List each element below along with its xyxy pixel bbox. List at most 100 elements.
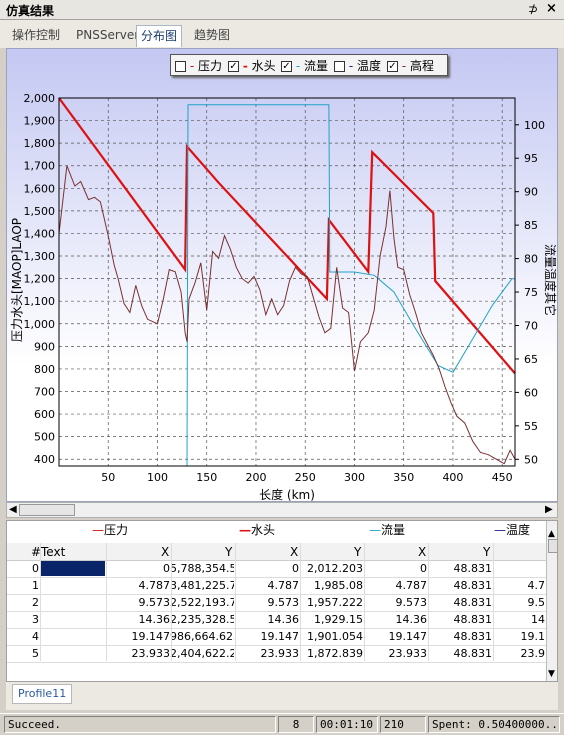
y-right-tick-label: 70 xyxy=(524,319,538,332)
row-value-cell[interactable]: 23.9 xyxy=(492,647,546,660)
row-value-cell[interactable]: 9.573 xyxy=(234,596,300,609)
row-value-cell[interactable]: 23.933 xyxy=(105,647,171,660)
table-row[interactable]: 14.7873,481,225.754.7871,985.084.78748.8… xyxy=(7,578,547,595)
row-value-cell[interactable]: 48.831 xyxy=(427,647,493,660)
pressure-checkbox[interactable] xyxy=(175,61,186,72)
row-value-cell[interactable]: 14.36 xyxy=(234,613,300,626)
grid-group-header: —压力 —水头 —流量 —温度 xyxy=(7,521,557,543)
grid-column-divider xyxy=(106,543,107,661)
y-left-tick-label: 400 xyxy=(34,453,55,466)
row-value-cell[interactable]: 4.787 xyxy=(363,579,428,592)
row-index: 3 xyxy=(32,613,39,626)
grid-column-divider xyxy=(171,543,172,661)
table-row[interactable]: 4 19.147 986,664.625 19.147 1,901.054 19.147 4… xyxy=(7,629,547,646)
row-index: 4 xyxy=(32,630,39,643)
scroll-right-icon[interactable]: ▶ xyxy=(545,504,553,515)
row-text-cell[interactable] xyxy=(41,612,105,627)
grid-scroll-thumb[interactable] xyxy=(548,539,557,553)
col-text[interactable]: Text xyxy=(41,545,65,559)
row-value-cell[interactable]: 9.5 xyxy=(492,596,546,609)
row-value-cell[interactable]: 9.573 xyxy=(363,596,428,609)
row-value-cell[interactable]: 0 xyxy=(105,562,170,575)
col-head-y[interactable]: Y xyxy=(354,545,361,559)
table-row[interactable]: 0 0 5,788,354.5 0 2,012.203 0 48.831 xyxy=(7,561,547,578)
row-value-cell[interactable]: 2,012.203 xyxy=(299,562,363,575)
scroll-up-icon[interactable]: ▲ xyxy=(548,529,555,539)
table-row[interactable]: 3 14.36 2,235,328.5 14.36 1,929.15 14.36 48.83… xyxy=(7,612,547,629)
row-value-cell[interactable]: 19.147 xyxy=(234,630,300,643)
row-value-cell[interactable]: 4.787 xyxy=(234,579,300,592)
scroll-left-icon[interactable]: ◀ xyxy=(9,504,17,515)
temperature-checkbox[interactable] xyxy=(334,61,345,72)
table-row[interactable]: 29.5732,522,193.759.5731,957.2229.57348.… xyxy=(7,595,547,612)
y-right-tick-label: 95 xyxy=(524,152,538,165)
row-value-cell[interactable]: 48.831 xyxy=(427,562,493,575)
row-value-cell[interactable]: 1,985.08 xyxy=(299,579,363,592)
row-value-cell[interactable]: 14.36 xyxy=(105,613,171,626)
row-value-cell[interactable]: 9.573 xyxy=(105,596,171,609)
legend-head-label: 水头 xyxy=(251,59,276,73)
row-value-cell[interactable]: 1,957.222 xyxy=(299,596,363,609)
row-text-cell[interactable] xyxy=(41,595,105,610)
row-value-cell[interactable]: 48.831 xyxy=(427,613,493,626)
grid-column-divider xyxy=(364,543,365,661)
chart-horizontal-scrollbar[interactable]: ◀ ▶ xyxy=(6,502,558,518)
row-value-cell[interactable]: 2,235,328.5 xyxy=(170,613,234,626)
y-right-tick-label: 55 xyxy=(524,420,538,433)
y-right-tick-label: 65 xyxy=(524,353,538,366)
row-value-cell[interactable]: 23.933 xyxy=(363,647,428,660)
col-head-x[interactable]: X xyxy=(290,545,298,559)
head-checkbox[interactable]: ✓ xyxy=(228,61,239,72)
y-left-tick-label: 1,000 xyxy=(24,318,56,331)
flow-checkbox[interactable]: ✓ xyxy=(281,61,292,72)
row-value-cell[interactable]: 19.1 xyxy=(492,630,546,643)
row-text-cell[interactable] xyxy=(41,629,105,644)
row-value-cell[interactable]: 48.831 xyxy=(427,630,493,643)
row-index: 0 xyxy=(32,562,39,575)
row-index: 1 xyxy=(32,579,39,592)
col-flow-y[interactable]: Y xyxy=(483,545,490,559)
grid-column-divider xyxy=(428,543,429,661)
y-left-tick-label: 1,300 xyxy=(24,250,56,263)
row-value-cell[interactable]: 1,901.054 xyxy=(299,630,363,643)
row-value-cell[interactable]: 14.36 xyxy=(363,613,428,626)
elevation-checkbox[interactable]: ✓ xyxy=(387,61,398,72)
col-pressure-x[interactable]: X xyxy=(161,545,169,559)
row-value-cell[interactable]: 14 xyxy=(492,613,545,626)
row-value-cell[interactable]: 48.831 xyxy=(427,579,493,592)
grid-vertical-scrollbar[interactable]: ▲ ▼ xyxy=(546,521,557,681)
x-tick-label: 200 xyxy=(245,471,266,484)
row-value-cell[interactable]: 4.7 xyxy=(492,579,546,592)
table-row[interactable]: 523.9332,404,622.2523.9331,872.83923.933… xyxy=(7,646,547,663)
grid-column-divider xyxy=(493,543,494,661)
group-flow: —流量 xyxy=(369,523,406,537)
row-value-cell[interactable]: 2,404,622.25 xyxy=(170,647,234,660)
row-value-cell[interactable]: 4.787 xyxy=(105,579,171,592)
row-value-cell[interactable]: 986,664.625 xyxy=(170,630,234,643)
row-text-cell[interactable] xyxy=(41,578,105,593)
row-value-cell[interactable]: 19.147 xyxy=(105,630,171,643)
scroll-down-icon[interactable]: ▼ xyxy=(548,669,555,679)
y-left-tick-label: 1,400 xyxy=(24,227,56,240)
row-value-cell[interactable]: 23.933 xyxy=(234,647,300,660)
col-flow-x[interactable]: X xyxy=(418,545,426,559)
row-value-cell[interactable]: 0 xyxy=(234,562,299,575)
y-left-tick-label: 2,000 xyxy=(24,92,56,105)
col-pressure-y[interactable]: Y xyxy=(225,545,232,559)
row-text-cell[interactable] xyxy=(41,561,105,576)
row-text-cell[interactable] xyxy=(41,646,105,661)
row-value-cell[interactable]: 48.831 xyxy=(427,596,493,609)
row-value-cell[interactable]: 1,872.839 xyxy=(299,647,363,660)
elevation-series-line xyxy=(58,165,516,465)
y-right-tick-label: 85 xyxy=(524,219,538,232)
row-value-cell[interactable]: 19.147 xyxy=(363,630,428,643)
tab-profile11[interactable]: Profile11 xyxy=(12,684,73,704)
row-value-cell[interactable]: 2,522,193.75 xyxy=(170,596,234,609)
scroll-thumb[interactable] xyxy=(19,504,75,516)
chart-legend: - 压力 ✓ - 水头 ✓ - 流量 - 温度 ✓ - 高程 xyxy=(170,54,448,76)
row-value-cell[interactable]: 5,788,354.5 xyxy=(170,562,234,575)
x-tick-label: 50 xyxy=(101,471,115,484)
row-value-cell[interactable]: 1,929.15 xyxy=(299,613,363,626)
row-value-cell[interactable]: 0 xyxy=(363,562,427,575)
row-value-cell[interactable]: 3,481,225.75 xyxy=(170,579,234,592)
